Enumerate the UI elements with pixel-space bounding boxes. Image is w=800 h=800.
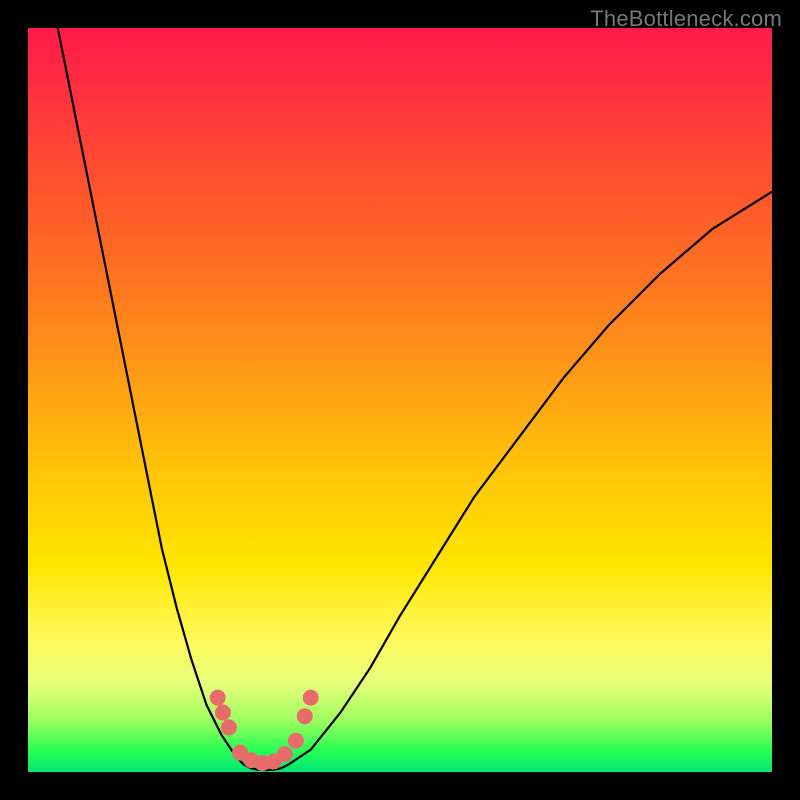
marker-dot (303, 690, 319, 706)
plot-area (28, 28, 772, 772)
marker-dot (221, 719, 237, 735)
chart-stage: TheBottleneck.com (0, 0, 800, 800)
marker-dot (297, 708, 313, 724)
curve-svg (28, 28, 772, 772)
marker-dot (210, 690, 226, 706)
curve-right (288, 192, 772, 765)
marker-dots (210, 690, 319, 771)
curve-left (58, 28, 244, 765)
marker-dot (277, 746, 293, 762)
marker-dot (215, 704, 231, 720)
marker-dot (288, 733, 304, 749)
